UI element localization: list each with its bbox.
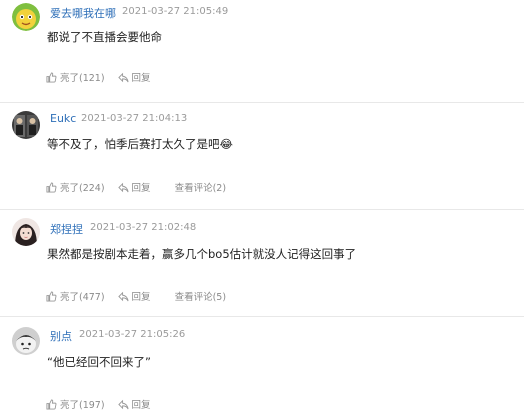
comment-actions: 亮了(197) 回复 bbox=[46, 397, 151, 411]
user-avatar[interactable] bbox=[12, 111, 40, 139]
thumbs-up-icon bbox=[46, 181, 57, 193]
reply-label: 回复 bbox=[131, 400, 151, 411]
timestamp: 2021-03-27 21:05:26 bbox=[79, 329, 186, 340]
reply-icon bbox=[117, 291, 129, 301]
reply-label: 回复 bbox=[131, 292, 151, 303]
comment-text: 果然都是按剧本走着，赢多几个bo5估计就没人记得这回事了 bbox=[47, 247, 357, 261]
like-button[interactable]: 亮了(121) bbox=[46, 70, 105, 84]
reply-label: 回复 bbox=[131, 73, 151, 84]
user-avatar[interactable] bbox=[12, 218, 40, 246]
thumbs-up-icon bbox=[46, 71, 57, 83]
comment-text: 都说了不直播会要他命 bbox=[47, 30, 162, 44]
username[interactable]: 爱去哪我在哪 bbox=[50, 5, 116, 21]
thumbs-up-icon bbox=[46, 290, 57, 302]
comment-actions: 亮了(224) 回复 查看评论(2) bbox=[46, 180, 226, 194]
like-count: 亮了(197) bbox=[60, 400, 105, 411]
username[interactable]: Eukc bbox=[50, 112, 76, 125]
username[interactable]: 郑捏捏 bbox=[50, 221, 83, 237]
comment-actions: 亮了(121) 回复 bbox=[46, 70, 151, 84]
reply-icon bbox=[117, 399, 129, 409]
comment-item: 郑捏捏 2021-03-27 21:02:48 果然都是按剧本走着，赢多几个bo… bbox=[0, 210, 524, 316]
reply-button[interactable]: 回复 bbox=[117, 70, 151, 84]
view-replies-label: 查看评论(5) bbox=[174, 292, 227, 303]
like-button[interactable]: 亮了(197) bbox=[46, 397, 105, 411]
comment-item: Eukc 2021-03-27 21:04:13 等不及了，怕季后赛打太久了是吧… bbox=[0, 103, 524, 209]
reply-button[interactable]: 回复 bbox=[117, 289, 151, 303]
like-button[interactable]: 亮了(224) bbox=[46, 180, 105, 194]
reply-label: 回复 bbox=[131, 183, 151, 194]
comment-actions: 亮了(477) 回复 查看评论(5) bbox=[46, 289, 226, 303]
timestamp: 2021-03-27 21:05:49 bbox=[122, 6, 229, 17]
comment-item: 爱去哪我在哪 2021-03-27 21:05:49 都说了不直播会要他命 亮了… bbox=[0, 0, 524, 102]
reply-icon bbox=[117, 182, 129, 192]
user-avatar[interactable] bbox=[12, 3, 40, 31]
reply-icon bbox=[117, 72, 129, 82]
like-count: 亮了(224) bbox=[60, 183, 105, 194]
view-replies-link[interactable]: 查看评论(5) bbox=[175, 289, 226, 303]
thumbs-up-icon bbox=[46, 398, 57, 410]
user-avatar[interactable] bbox=[12, 327, 40, 355]
view-replies-label: 查看评论(2) bbox=[174, 183, 227, 194]
reply-button[interactable]: 回复 bbox=[117, 180, 151, 194]
timestamp: 2021-03-27 21:02:48 bbox=[90, 222, 197, 233]
timestamp: 2021-03-27 21:04:13 bbox=[81, 113, 188, 124]
like-button[interactable]: 亮了(477) bbox=[46, 289, 105, 303]
comment-text: “他已经回不回来了” bbox=[47, 355, 151, 369]
comment-text: 等不及了，怕季后赛打太久了是吧😂 bbox=[47, 137, 233, 151]
like-count: 亮了(477) bbox=[60, 292, 105, 303]
reply-button[interactable]: 回复 bbox=[117, 397, 151, 411]
like-count: 亮了(121) bbox=[60, 73, 105, 84]
comment-item: 别点 2021-03-27 21:05:26 “他已经回不回来了” 亮了(197… bbox=[0, 317, 524, 413]
username[interactable]: 别点 bbox=[50, 328, 72, 344]
view-replies-link[interactable]: 查看评论(2) bbox=[175, 180, 226, 194]
